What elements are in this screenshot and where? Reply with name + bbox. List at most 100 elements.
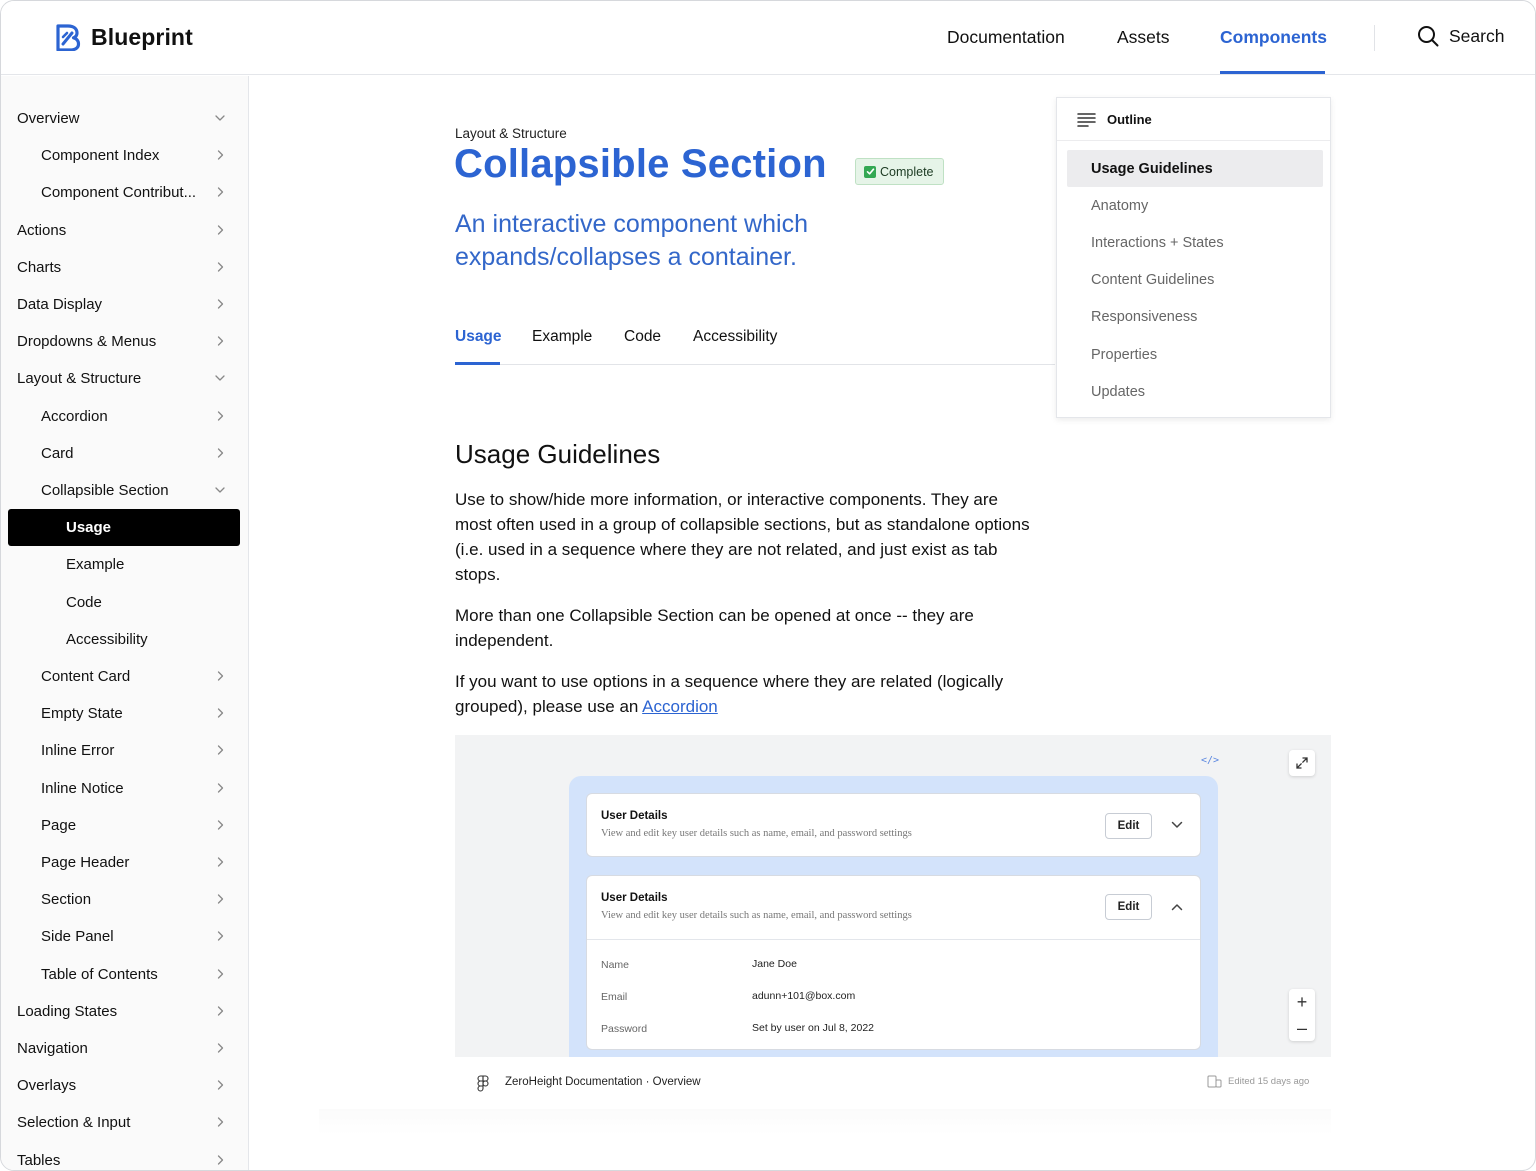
- tab-usage[interactable]: Usage: [455, 328, 502, 346]
- page-title: Collapsible Section: [454, 142, 827, 186]
- tab-example[interactable]: Example: [532, 328, 592, 346]
- outline-header: Outline: [1057, 98, 1330, 141]
- outline-item-updates[interactable]: Updates: [1067, 373, 1323, 410]
- chevron-down-icon[interactable]: [214, 112, 226, 124]
- nav-assets[interactable]: Assets: [1117, 27, 1170, 48]
- sidebar-item-overlays[interactable]: Overlays: [1, 1067, 248, 1104]
- sidebar-item-label: Collapsible Section: [41, 482, 169, 499]
- sidebar-item-label: Component Contribut...: [41, 184, 197, 202]
- sidebar-item-usage[interactable]: Usage: [8, 509, 240, 547]
- sidebar-item-label: Loading States: [17, 1002, 118, 1020]
- code-toggle-icon[interactable]: </>: [1201, 755, 1219, 766]
- chevron-right-icon[interactable]: [214, 744, 226, 756]
- chevron-right-icon[interactable]: [214, 186, 226, 198]
- sidebar-item-accessibility[interactable]: Accessibility: [1, 621, 248, 658]
- chevron-right-icon[interactable]: [214, 149, 226, 161]
- status-badge-label: Complete: [880, 164, 934, 179]
- sidebar-item-label: Inline Notice: [41, 779, 124, 797]
- outline-item-properties[interactable]: Properties: [1067, 336, 1323, 373]
- chevron-right-icon[interactable]: [214, 335, 226, 347]
- tab-code[interactable]: Code: [624, 328, 661, 346]
- sidebar-item-label: Component Index: [41, 147, 160, 165]
- chevron-right-icon[interactable]: [214, 782, 226, 794]
- brand-logo[interactable]: Blueprint: [55, 23, 193, 51]
- search-button[interactable]: Search: [1417, 25, 1504, 47]
- embed-source-link[interactable]: ZeroHeight Documentation · Overview: [505, 1076, 701, 1088]
- sidebar-item-inline-notice[interactable]: Inline Notice: [1, 770, 248, 807]
- chevron-down-icon[interactable]: [1171, 821, 1183, 829]
- sidebar-item-accordion[interactable]: Accordion: [1, 398, 248, 435]
- nav-components[interactable]: Components: [1220, 27, 1327, 48]
- expand-icon: [1296, 757, 1308, 769]
- chevron-right-icon[interactable]: [214, 410, 226, 422]
- zoom-in-button[interactable]: +: [1289, 989, 1315, 1015]
- outline-item-responsiveness[interactable]: Responsiveness: [1067, 299, 1323, 336]
- sidebar-item-label: Page: [41, 816, 77, 834]
- sidebar-item-label: Section: [41, 891, 92, 909]
- nav-documentation[interactable]: Documentation: [947, 27, 1065, 48]
- sidebar-item-selection-input[interactable]: Selection & Input: [1, 1104, 248, 1141]
- outline-item-usage-guidelines[interactable]: Usage Guidelines: [1067, 150, 1323, 187]
- sidebar-item-component-index[interactable]: Component Index: [1, 137, 248, 174]
- sidebar-item-empty-state[interactable]: Empty State: [1, 695, 248, 732]
- sidebar-item-data-display[interactable]: Data Display: [1, 286, 248, 323]
- chevron-right-icon[interactable]: [214, 298, 226, 310]
- sidebar-item-code[interactable]: Code: [1, 584, 248, 621]
- sidebar-item-table-of-contents[interactable]: Table of Contents: [1, 956, 248, 993]
- sidebar-item-label: Code: [66, 593, 102, 611]
- chevron-right-icon[interactable]: [214, 856, 226, 868]
- sidebar-item-section[interactable]: Section: [1, 881, 248, 918]
- sidebar-item-loading-states[interactable]: Loading States: [1, 993, 248, 1030]
- sidebar-item-layout-structure[interactable]: Layout & Structure: [1, 360, 248, 397]
- sidebar-item-label: Layout & Structure: [17, 370, 142, 388]
- chevron-up-icon[interactable]: [1171, 903, 1183, 911]
- sidebar-item-overview[interactable]: Overview: [1, 100, 248, 137]
- sidebar-item-actions[interactable]: Actions: [1, 212, 248, 249]
- sidebar-item-label: Data Display: [17, 296, 103, 313]
- chevron-right-icon[interactable]: [214, 670, 226, 682]
- sidebar-item-page[interactable]: Page: [1, 807, 248, 844]
- outline-item-content-guidelines[interactable]: Content Guidelines: [1067, 262, 1323, 299]
- accordion-link[interactable]: Accordion: [642, 697, 718, 716]
- sidebar-item-content-card[interactable]: Content Card: [1, 658, 248, 695]
- chevron-right-icon[interactable]: [214, 447, 226, 459]
- chevron-right-icon[interactable]: [214, 707, 226, 719]
- card-description: View and edit key user details such as n…: [601, 910, 912, 921]
- sidebar-item-tables[interactable]: Tables: [1, 1142, 248, 1170]
- sidebar-item-dropdowns-menus[interactable]: Dropdowns & Menus: [1, 323, 248, 360]
- chevron-right-icon[interactable]: [214, 819, 226, 831]
- chevron-right-icon[interactable]: [214, 1154, 226, 1166]
- outline-item-interactions-states[interactable]: Interactions + States: [1067, 224, 1323, 261]
- edit-button[interactable]: Edit: [1105, 894, 1152, 920]
- sidebar-item-charts[interactable]: Charts: [1, 249, 248, 286]
- chevron-right-icon[interactable]: [214, 261, 226, 273]
- chevron-right-icon[interactable]: [214, 1079, 226, 1091]
- outline-item-anatomy[interactable]: Anatomy: [1067, 187, 1323, 224]
- sidebar-item-card[interactable]: Card: [1, 435, 248, 472]
- chevron-right-icon[interactable]: [214, 1042, 226, 1054]
- sidebar-item-component-contribut[interactable]: Component Contribut...: [1, 174, 248, 211]
- edit-button[interactable]: Edit: [1105, 813, 1152, 839]
- chevron-down-icon[interactable]: [214, 484, 226, 496]
- chevron-down-icon[interactable]: [214, 372, 226, 384]
- sidebar-item-label: Accessibility: [66, 630, 148, 648]
- component-preview: </> User Details View and edit key user …: [455, 735, 1331, 1057]
- card-description: View and edit key user details such as n…: [601, 828, 912, 839]
- chevron-right-icon[interactable]: [214, 893, 226, 905]
- chevron-right-icon[interactable]: [214, 930, 226, 942]
- sidebar-item-label: Navigation: [17, 1040, 88, 1057]
- sidebar-item-page-header[interactable]: Page Header: [1, 844, 248, 881]
- sidebar-item-navigation[interactable]: Navigation: [1, 1030, 248, 1067]
- chevron-right-icon[interactable]: [214, 1116, 226, 1128]
- sidebar-item-side-panel[interactable]: Side Panel: [1, 918, 248, 955]
- sidebar-item-example[interactable]: Example: [1, 546, 248, 583]
- tab-accessibility[interactable]: Accessibility: [693, 328, 777, 346]
- sidebar-item-collapsible-section[interactable]: Collapsible Section: [1, 472, 248, 509]
- expand-preview-button[interactable]: [1289, 750, 1315, 776]
- usage-paragraph-2: More than one Collapsible Section can be…: [455, 606, 974, 650]
- chevron-right-icon[interactable]: [214, 224, 226, 236]
- chevron-right-icon[interactable]: [214, 1005, 226, 1017]
- sidebar-item-inline-error[interactable]: Inline Error: [1, 732, 248, 769]
- zoom-out-button[interactable]: –: [1289, 1015, 1315, 1041]
- chevron-right-icon[interactable]: [214, 968, 226, 980]
